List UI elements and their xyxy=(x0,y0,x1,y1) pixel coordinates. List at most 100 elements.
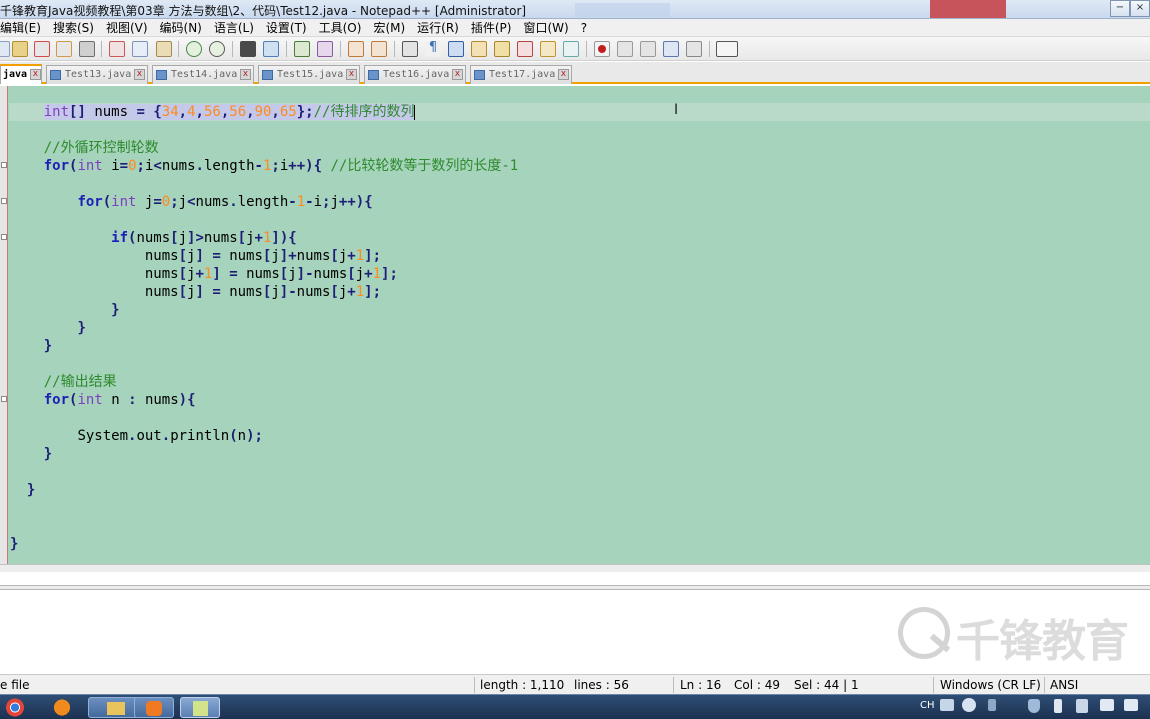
volume-icon[interactable] xyxy=(1124,699,1138,711)
close-tab-icon[interactable]: x xyxy=(240,69,251,80)
minimize-button[interactable]: − xyxy=(1110,0,1130,17)
tray-arrow-icon[interactable] xyxy=(988,699,996,711)
code-line[interactable]: nums[j+1] = nums[j]-nums[j+1]; xyxy=(10,265,398,283)
save-icon[interactable] xyxy=(34,41,50,57)
app-icon[interactable] xyxy=(134,697,174,718)
close-tab-icon[interactable]: x xyxy=(134,69,145,80)
tab-test14[interactable]: Test14.java x xyxy=(152,65,254,84)
print-icon[interactable] xyxy=(79,41,95,57)
close-tab-icon[interactable]: x xyxy=(30,69,41,80)
play-macro-icon[interactable] xyxy=(640,41,656,57)
save-macro-icon[interactable] xyxy=(686,41,702,57)
undo-icon[interactable] xyxy=(186,41,202,57)
fold-marker-icon[interactable] xyxy=(1,396,7,402)
sync-horizontal-icon[interactable] xyxy=(371,41,387,57)
status-encoding[interactable]: ANSI xyxy=(1050,678,1078,692)
copy-icon[interactable] xyxy=(132,41,148,57)
code-line[interactable]: for(int n : nums){ xyxy=(10,391,196,409)
doc-map-icon[interactable] xyxy=(494,41,510,57)
code-line[interactable]: } xyxy=(10,337,52,355)
menu-language[interactable]: 语言(L) xyxy=(208,19,260,36)
chrome-icon[interactable] xyxy=(0,697,34,718)
fold-margin[interactable] xyxy=(0,86,8,564)
code-line[interactable]: if(nums[j]>nums[j+1]){ xyxy=(10,229,297,247)
code-line[interactable]: nums[j] = nums[j]-nums[j+1]; xyxy=(10,283,381,301)
zoom-in-icon[interactable] xyxy=(294,41,310,57)
open-file-icon[interactable] xyxy=(12,41,28,57)
code-line[interactable]: System.out.println(n); xyxy=(10,427,263,445)
menu-edit[interactable]: 编辑(E) xyxy=(0,19,47,36)
tab-test16[interactable]: Test16.java x xyxy=(364,65,466,84)
fold-marker-icon[interactable] xyxy=(1,234,7,240)
code-line[interactable]: nums[j] = nums[j]+nums[j+1]; xyxy=(10,247,381,265)
menu-tools[interactable]: 工具(O) xyxy=(313,19,368,36)
udl-icon[interactable] xyxy=(471,41,487,57)
fold-marker-icon[interactable] xyxy=(1,198,7,204)
sync-vertical-icon[interactable] xyxy=(348,41,364,57)
paste-icon[interactable] xyxy=(156,41,172,57)
ime-icon[interactable] xyxy=(962,698,976,712)
tab-test13[interactable]: Test13.java x xyxy=(46,65,148,84)
fold-marker-icon[interactable] xyxy=(1,162,7,168)
run-macro-multiple-icon[interactable] xyxy=(663,41,679,57)
close-tab-icon[interactable]: x xyxy=(346,69,357,80)
code-editor[interactable]: int[] nums = {34,4,56,56,90,65};//待排序的数列… xyxy=(0,86,1150,564)
status-divider xyxy=(474,677,475,693)
code-line[interactable]: } xyxy=(10,445,52,463)
stop-macro-icon[interactable] xyxy=(617,41,633,57)
menu-settings[interactable]: 设置(T) xyxy=(260,19,313,36)
horizontal-scrollbar[interactable] xyxy=(0,564,1150,572)
redo-icon[interactable] xyxy=(209,41,225,57)
indent-guide-icon[interactable] xyxy=(448,41,464,57)
keyboard-icon[interactable] xyxy=(940,699,954,711)
record-macro-icon[interactable] xyxy=(594,41,610,57)
code-line[interactable]: } xyxy=(10,319,85,337)
find-icon[interactable] xyxy=(240,41,256,57)
settings-icon[interactable] xyxy=(1076,699,1088,713)
menu-macro[interactable]: 宏(M) xyxy=(367,19,411,36)
bluetooth-icon[interactable] xyxy=(1054,699,1062,713)
tab-test12[interactable]: java x xyxy=(0,64,42,84)
code-line[interactable]: for(int i=0;i<nums.length-1;i++){ //比较轮数… xyxy=(10,157,518,175)
menu-plugins[interactable]: 插件(P) xyxy=(465,19,518,36)
code-line[interactable]: //外循环控制轮数 xyxy=(10,139,159,157)
toolbar-separator xyxy=(101,41,102,57)
firefox-icon[interactable] xyxy=(40,697,84,718)
show-all-chars-icon[interactable]: ¶ xyxy=(425,41,441,57)
folder-workspace-icon[interactable] xyxy=(540,41,556,57)
close-tab-icon[interactable]: x xyxy=(452,69,463,80)
launch-icon[interactable] xyxy=(716,41,738,57)
menu-help[interactable]: ? xyxy=(575,21,593,35)
code-line[interactable]: for(int j=0;j<nums.length-1-i;j++){ xyxy=(10,193,372,211)
menu-encoding[interactable]: 编码(N) xyxy=(154,19,208,36)
tray-language[interactable]: CH xyxy=(920,700,935,711)
replace-icon[interactable] xyxy=(263,41,279,57)
shield-icon[interactable] xyxy=(1028,699,1040,713)
code-line-selected[interactable]: int[] nums = {34,4,56,56,90,65};//待排序的数列 xyxy=(10,103,416,121)
code-line[interactable]: //输出结果 xyxy=(10,373,117,391)
function-list-icon[interactable] xyxy=(517,41,533,57)
close-button[interactable]: × xyxy=(1130,0,1150,17)
menu-run[interactable]: 运行(R) xyxy=(411,19,465,36)
word-wrap-icon[interactable] xyxy=(402,41,418,57)
new-file-icon[interactable] xyxy=(0,41,10,57)
menu-search[interactable]: 搜索(S) xyxy=(47,19,100,36)
menu-window[interactable]: 窗口(W) xyxy=(517,19,574,36)
code-line[interactable]: } xyxy=(10,535,18,553)
save-all-icon[interactable] xyxy=(56,41,72,57)
cut-icon[interactable] xyxy=(109,41,125,57)
monitoring-icon[interactable] xyxy=(563,41,579,57)
tab-test17[interactable]: Test17.java x xyxy=(470,65,572,84)
code-line[interactable]: } xyxy=(10,481,35,499)
network-icon[interactable] xyxy=(1100,699,1114,711)
zoom-out-icon[interactable] xyxy=(317,41,333,57)
tab-test15[interactable]: Test15.java x xyxy=(258,65,360,84)
code-line[interactable]: } xyxy=(10,301,119,319)
status-eol[interactable]: Windows (CR LF) xyxy=(940,678,1041,692)
toolbar-separator xyxy=(340,41,341,57)
mouse-ibeam-cursor: I xyxy=(674,102,679,118)
notepadpp-icon[interactable] xyxy=(180,697,220,718)
menu-view[interactable]: 视图(V) xyxy=(100,19,154,36)
tab-label: Test14.java xyxy=(171,69,238,80)
close-tab-icon[interactable]: x xyxy=(558,69,569,80)
